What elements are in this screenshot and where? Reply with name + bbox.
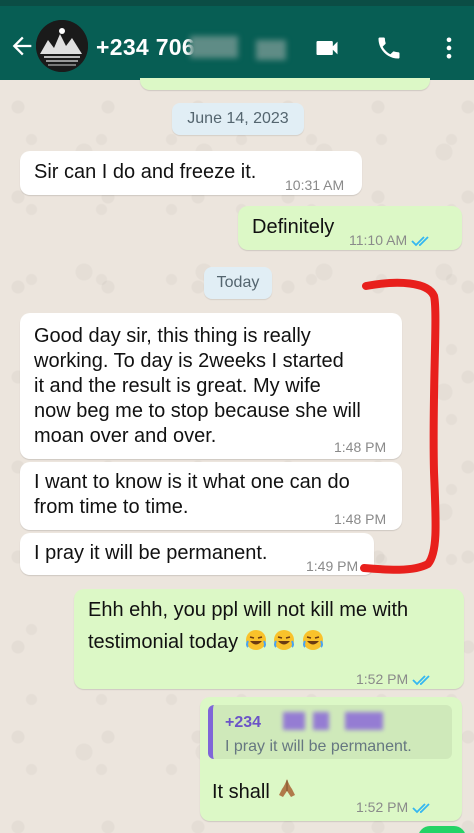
message-text: Ehh ehh, you ppl will not kill me with t… — [88, 598, 408, 655]
back-arrow-icon[interactable] — [8, 32, 36, 60]
message-time-row: 1:52 PM — [356, 667, 434, 692]
incoming-message[interactable]: Sir can I do and freeze it. 10:31 AM — [20, 151, 362, 195]
message-line: it and the result is great. My wife — [34, 375, 321, 397]
rolling-laughing-emoji — [245, 630, 266, 650]
message-text: I want to know is it what one can do fro… — [34, 470, 350, 520]
more-options-icon[interactable] — [434, 34, 464, 62]
message-line: I want to know is it what one can do — [34, 471, 350, 493]
message-text: It shall — [212, 781, 270, 803]
incoming-message[interactable]: I pray it will be permanent. 1:49 PM — [20, 533, 374, 575]
quoted-sender: +234 — [225, 714, 262, 731]
incoming-message[interactable]: Good day sir, this thing is really worki… — [20, 313, 402, 459]
red-annotation-bracket — [360, 278, 440, 574]
rolling-laughing-emoji — [274, 630, 295, 650]
message-line: working. To day is 2weeks I started — [34, 350, 344, 372]
date-divider: June 14, 2023 — [172, 103, 304, 135]
message-line: now beg me to stop because she will — [34, 400, 361, 422]
redacted-number — [345, 712, 383, 730]
date-divider: Today — [204, 267, 272, 299]
message-line-row: testimonial today — [88, 629, 408, 655]
praying-hands-emoji — [279, 779, 296, 797]
message-time-row: 1:52 PM — [356, 795, 434, 820]
message-bubble-partial — [140, 78, 430, 90]
redacted-number — [283, 712, 305, 730]
incoming-message[interactable]: I want to know is it what one can do fro… — [20, 462, 402, 530]
message-time: 10:31 AM — [285, 177, 345, 193]
message-line: from time to time. — [34, 496, 189, 518]
message-text: Sir can I do and freeze it. — [34, 161, 257, 183]
message-time: 1:49 PM — [306, 558, 359, 574]
message-text: I pray it will be permanent. — [34, 542, 268, 564]
redacted-number — [313, 712, 329, 730]
read-receipt-icon — [412, 803, 430, 814]
message-line: testimonial today — [88, 631, 239, 653]
outgoing-message[interactable]: Ehh ehh, you ppl will not kill me with t… — [74, 589, 464, 689]
contact-name[interactable]: +234 706 — [96, 34, 195, 61]
chat-header: +234 706 — [0, 0, 474, 80]
redacted-number — [256, 40, 286, 60]
message-text-row: It shall — [212, 775, 298, 805]
quoted-message[interactable]: +234 I pray it will be permanent. — [208, 705, 452, 759]
message-time: 1:52 PM — [356, 799, 409, 815]
read-receipt-icon — [411, 236, 429, 247]
message-line: Good day sir, this thing is really — [34, 325, 311, 347]
message-text: Definitely — [252, 216, 335, 238]
video-call-icon[interactable] — [312, 34, 342, 62]
quoted-text: I pray it will be permanent. — [225, 738, 412, 755]
phone-icon[interactable] — [374, 34, 404, 62]
message-line: moan over and over. — [34, 425, 217, 447]
rolling-laughing-emoji — [302, 630, 323, 650]
redacted-number — [190, 36, 238, 58]
message-time: 11:10 AM — [349, 232, 408, 248]
avatar[interactable] — [36, 20, 88, 72]
outgoing-reply-message[interactable]: +234 I pray it will be permanent. It sha… — [200, 697, 462, 821]
outgoing-message[interactable]: Definitely 11:10 AM — [238, 206, 462, 250]
message-time-row: 11:10 AM — [349, 228, 433, 253]
message-line: Ehh ehh, you ppl will not kill me with — [88, 599, 409, 621]
read-receipt-icon — [412, 675, 430, 686]
scroll-down-button-partial[interactable] — [418, 826, 466, 833]
message-text: Good day sir, this thing is really worki… — [34, 324, 361, 449]
message-time: 1:52 PM — [356, 671, 409, 687]
